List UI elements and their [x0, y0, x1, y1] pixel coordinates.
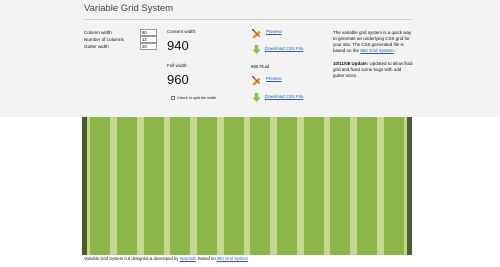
960-grid-link[interactable]: 960 Grid System — [217, 256, 248, 261]
column-width-input[interactable] — [140, 29, 157, 36]
pencil-ruler-icon[interactable] — [251, 27, 262, 38]
full-width-value: 960 — [167, 72, 189, 87]
column-width-row: Column width — [84, 29, 164, 36]
sprysoft-link[interactable]: SprySoft — [180, 256, 196, 261]
download-css-link[interactable]: Download CSS File — [265, 46, 303, 51]
grid-column — [383, 117, 404, 255]
download-fluid-css-link[interactable]: Download CSS File — [265, 94, 303, 99]
gutter-width-input[interactable] — [140, 43, 157, 50]
grid-column — [223, 117, 244, 255]
grid-right-edge — [407, 117, 412, 255]
num-columns-row: Number of columns — [84, 36, 164, 43]
grid-preview — [82, 117, 412, 255]
checkbox-box[interactable] — [171, 96, 175, 100]
split-width-checkbox[interactable]: Check to split the width — [171, 96, 216, 100]
sidebar-intro-end: . — [393, 48, 396, 53]
fluid-heading: 960 Fluid — [251, 64, 270, 69]
footer-prefix: Variable Grid System 0.8 designed & deve… — [84, 256, 180, 261]
grid-column — [143, 117, 164, 255]
gutter-width-row: Gutter width — [84, 43, 164, 50]
update-date: 10/11/08 Update: — [333, 61, 369, 66]
preview-link[interactable]: Preview — [266, 29, 282, 34]
header-panel — [0, 0, 500, 117]
grid-system-link[interactable]: 960 Grid System — [360, 48, 394, 53]
content-width-label: Content width: — [167, 29, 197, 34]
page-title: Variable Grid System — [84, 3, 174, 14]
grid-column — [277, 117, 297, 255]
download-arrow-icon[interactable] — [251, 92, 262, 103]
gutter-width-label: Gutter width — [84, 44, 109, 49]
grid-column — [197, 117, 217, 255]
full-width-label: Full width: — [167, 63, 188, 68]
content-width-value: 940 — [167, 38, 189, 53]
grid-column — [330, 117, 351, 255]
title-divider — [84, 19, 412, 20]
grid-column — [357, 117, 377, 255]
pencil-ruler-icon[interactable] — [251, 74, 262, 85]
footer-middle: . Based on — [195, 256, 217, 261]
column-width-label: Column width — [84, 30, 112, 35]
num-columns-input[interactable] — [140, 36, 157, 43]
grid-column — [170, 117, 191, 255]
preview-fluid-link[interactable]: Preview — [266, 76, 282, 81]
sidebar-update: 10/11/08 Update: Updated to allow fluid … — [333, 61, 413, 79]
grid-column — [90, 117, 111, 255]
grid-column — [117, 117, 137, 255]
grid-column — [303, 117, 324, 255]
sidebar: The variable grid system is a quick way … — [333, 30, 413, 86]
sidebar-intro: The variable grid system is a quick way … — [333, 30, 413, 54]
split-width-label: Check to split the width — [177, 96, 217, 100]
footer: Variable Grid System 0.8 designed & deve… — [84, 256, 248, 261]
grid-column — [250, 117, 271, 255]
download-arrow-icon[interactable] — [251, 44, 262, 55]
grid-columns — [87, 117, 407, 255]
num-columns-label: Number of columns — [84, 37, 124, 42]
